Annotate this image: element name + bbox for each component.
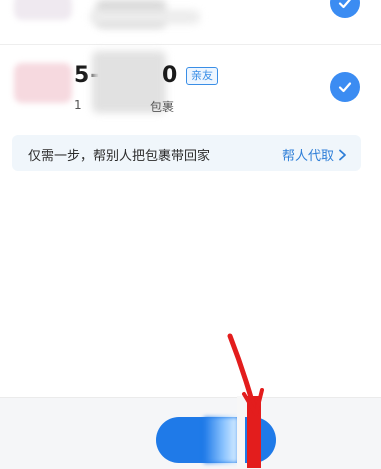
annotation-red-bar bbox=[247, 396, 261, 468]
banner-text: 仅需一步，帮别人把包裹带回家 bbox=[28, 149, 211, 164]
checkmark-icon bbox=[338, 82, 352, 93]
redacted-info bbox=[90, 10, 200, 24]
help-pickup-label: 帮人代取 bbox=[281, 149, 334, 164]
parcel-list-item[interactable] bbox=[0, 0, 381, 45]
bottom-action-bar bbox=[0, 397, 381, 469]
help-pickup-link[interactable]: 帮人代取 bbox=[282, 145, 347, 164]
parcel-list-item[interactable]: 5- 0 亲友 1 包裹 bbox=[0, 45, 381, 127]
checkbox-checked[interactable] bbox=[330, 0, 360, 18]
relation-tag: 亲友 bbox=[186, 67, 218, 85]
help-pickup-banner[interactable]: 仅需一步，帮别人把包裹带回家 帮人代取 bbox=[12, 135, 361, 171]
annotation-strip bbox=[237, 396, 245, 468]
checkmark-icon bbox=[338, 0, 351, 9]
button-glare bbox=[204, 417, 238, 463]
chevron-right-icon bbox=[339, 149, 346, 160]
parcel-thumbnail bbox=[14, 63, 72, 103]
parcel-count-prefix: 1 bbox=[74, 98, 82, 112]
checkbox-checked[interactable] bbox=[330, 72, 360, 102]
phone-number-tail: 0 bbox=[162, 63, 178, 88]
parcel-label: 包裹 bbox=[150, 100, 175, 114]
parcel-thumbnail bbox=[14, 0, 72, 20]
